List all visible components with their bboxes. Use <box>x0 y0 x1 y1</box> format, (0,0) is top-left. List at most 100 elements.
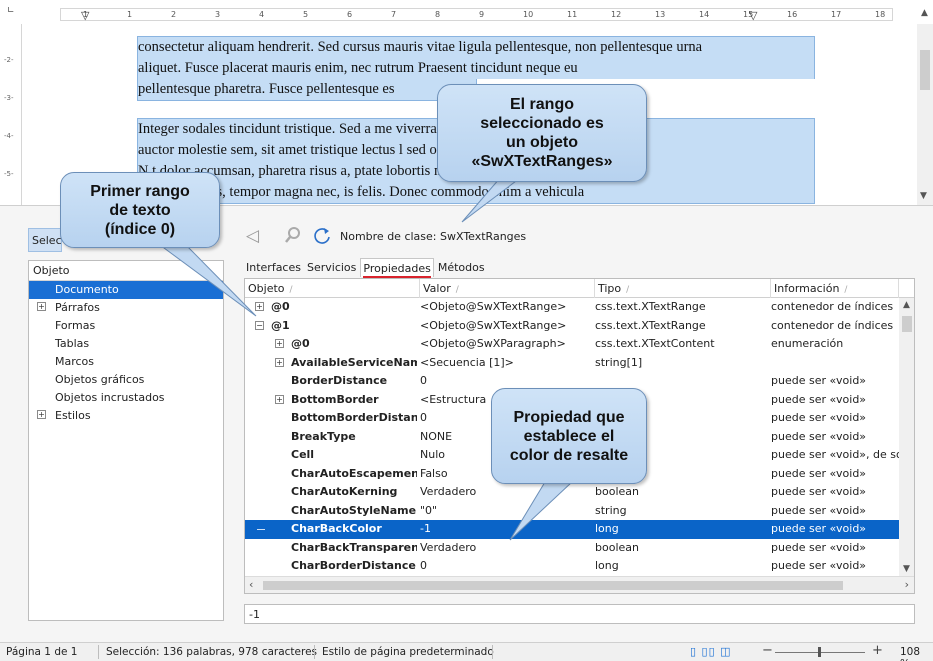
scroll-up-icon[interactable]: ▲ <box>903 300 910 310</box>
word-count[interactable]: Selección: 136 palabras, 978 caracteres <box>106 646 317 658</box>
scrollbar-thumb[interactable] <box>920 50 930 90</box>
horizontal-ruler[interactable]: 1 1 2 3 4 5 6 7 8 9 10 11 12 13 14 15 16 17 18 ▽ ▽ <box>60 8 893 22</box>
inspect-icon[interactable] <box>284 226 302 249</box>
tree-item[interactable]: Objetos incrustados <box>29 389 223 407</box>
tree-item-label: Objetos incrustados <box>55 391 165 404</box>
back-arrow-icon[interactable]: ◁ <box>246 226 259 246</box>
current-selection-button[interactable]: Selec <box>28 228 62 252</box>
table-row[interactable]: CharAutoKerning Verdadero boolean puede ser… <box>245 483 899 502</box>
text-line[interactable]: tellus faucibus, tempor magna nec, is fe… <box>137 182 815 204</box>
table-row[interactable]: + @0 <Objeto@SwXParagraph> css.text.XTextCo… <box>245 335 899 354</box>
grid-header: Objeto / Valor / Tipo / Información / <box>245 279 914 298</box>
table-row[interactable]: + @0 <Objeto@SwXTextRange> css.text.XTextRa… <box>245 298 899 317</box>
scroll-left-icon[interactable]: ‹ <box>249 578 253 591</box>
ruler-tick: -4- <box>4 132 14 140</box>
tree-item[interactable]: Marcos <box>29 353 223 371</box>
table-row[interactable]: CharBorderDistance 0 long puede ser «void» <box>245 557 899 576</box>
tree-item[interactable]: Documento <box>29 281 223 299</box>
scroll-down-icon[interactable]: ▼ <box>920 191 927 201</box>
column-header[interactable]: Información / <box>771 279 899 298</box>
tree-item[interactable]: Objetos gráficos <box>29 371 223 389</box>
expand-icon[interactable]: + <box>275 339 284 348</box>
tab-servicios[interactable]: Servicios <box>305 258 358 277</box>
vertical-ruler[interactable]: -2- -3- -4- -5- <box>0 24 22 205</box>
property-value: <Objeto@SwXTextRange> <box>420 318 567 332</box>
property-info: enumeración <box>771 337 844 350</box>
scroll-down-icon[interactable]: ▼ <box>903 564 910 574</box>
column-header-label: Información <box>774 282 840 295</box>
expand-icon[interactable]: + <box>37 302 46 311</box>
ruler-tick: 9 <box>479 10 485 19</box>
text-line[interactable]: pellentesque pharetra. Fusce pellentesqu… <box>137 79 477 101</box>
table-row[interactable]: + AvailableServiceNames<Secuencia [1]> str… <box>245 354 899 373</box>
ruler-tick: 1 <box>127 10 133 19</box>
property-info: puede ser «void» <box>771 374 867 387</box>
property-info: puede ser «void» <box>771 429 867 443</box>
expand-icon[interactable]: + <box>275 394 284 404</box>
table-row[interactable]: CharBackTransparent Verdadero boolean puede… <box>245 539 899 558</box>
refresh-icon[interactable] <box>312 226 332 251</box>
property-info: puede ser «void», de solo <box>771 448 899 461</box>
text-line[interactable]: consectetur aliquam hendrerit. Sed cursu… <box>137 36 815 58</box>
property-type: string[1] <box>595 355 643 369</box>
property-name: BorderDistance <box>291 374 388 387</box>
column-header[interactable]: Valor / <box>420 279 595 298</box>
table-row[interactable]: CharBackColor -1 long puede ser «void» <box>245 520 899 539</box>
property-name: @0 <box>271 300 290 313</box>
grid-horizontal-scrollbar[interactable]: ‹ › <box>245 576 914 593</box>
tree-item-label: Párrafos <box>55 301 100 314</box>
collapse-icon[interactable]: − <box>255 320 264 330</box>
property-info: puede ser «void» <box>771 559 867 572</box>
zoom-level[interactable]: 108 % <box>900 646 933 661</box>
tree-item-label: Marcos <box>55 355 95 368</box>
table-row[interactable]: CharAutoStyleName "0" string puede ser «voi… <box>245 502 899 521</box>
column-header[interactable]: Objeto / <box>245 279 420 298</box>
indent-marker-icon[interactable]: ▽ <box>749 9 757 22</box>
document-vertical-scrollbar[interactable]: ▼ <box>917 24 933 205</box>
expand-icon[interactable]: + <box>255 302 264 311</box>
tab-propiedades[interactable]: Propiedades <box>360 258 434 278</box>
ruler-tick: 10 <box>523 10 534 19</box>
scrollbar-thumb[interactable] <box>263 581 843 590</box>
tree-item[interactable]: + Párrafos <box>29 299 223 317</box>
view-layout-icons[interactable]: ▯ ▯▯ ◫ <box>690 645 732 658</box>
property-value-field[interactable]: -1 <box>244 604 915 624</box>
tree-item[interactable]: + Estilos <box>29 407 223 425</box>
expand-icon[interactable]: + <box>37 410 46 419</box>
tree-item[interactable]: Tablas <box>29 335 223 353</box>
tab-métodos[interactable]: Métodos <box>436 258 487 277</box>
zoom-in-icon[interactable]: + <box>872 643 883 658</box>
object-tree[interactable]: Objeto Documento + Párrafos Formas Tablas Mar… <box>28 260 224 621</box>
property-value: <Objeto@SwXParagraph> <box>420 337 566 350</box>
tree-header[interactable]: Objeto <box>29 261 223 281</box>
callout-text: (índice 0) <box>104 220 176 238</box>
callout-highlight-property: Propiedad que establece el color de resalt… <box>491 388 647 484</box>
property-type: boolean <box>595 485 639 498</box>
tree-item[interactable]: Formas <box>29 317 223 335</box>
scroll-right-icon[interactable]: › <box>905 578 909 591</box>
property-name: CharAutoKerning <box>291 485 398 498</box>
sort-icon[interactable]: / <box>844 285 847 295</box>
sort-icon[interactable]: / <box>290 285 293 295</box>
text-line[interactable]: aliquet. Fusce placerat mauris enim, nec… <box>137 58 815 79</box>
zoom-slider-thumb[interactable] <box>818 647 821 657</box>
grid-vertical-scrollbar[interactable]: ▲ ▼ <box>899 298 914 576</box>
expand-icon[interactable]: + <box>275 357 284 367</box>
separator <box>98 645 99 659</box>
table-row[interactable]: − @1 <Objeto@SwXTextRange> css.text.XTextRa… <box>245 317 899 336</box>
scroll-up-icon[interactable]: ▲ <box>917 0 933 22</box>
zoom-out-icon[interactable]: − <box>762 643 773 658</box>
tab-stop-icon[interactable]: ∟ <box>7 6 15 16</box>
sort-icon[interactable]: / <box>626 285 629 295</box>
tree-item-label: Documento <box>55 283 119 296</box>
page-style[interactable]: Estilo de página predeterminado <box>322 646 494 658</box>
indent-marker-icon[interactable]: ▽ <box>81 9 89 22</box>
page-count[interactable]: Página 1 de 1 <box>6 646 77 658</box>
callout-first-range: Primer rango de texto (índice 0) <box>60 172 220 248</box>
sort-icon[interactable]: / <box>456 285 459 295</box>
callout-text: un objeto <box>506 134 578 151</box>
scrollbar-thumb[interactable] <box>902 316 912 332</box>
tab-interfaces[interactable]: Interfaces <box>244 258 303 277</box>
property-info: puede ser «void» <box>771 522 867 535</box>
column-header[interactable]: Tipo / <box>595 279 771 298</box>
